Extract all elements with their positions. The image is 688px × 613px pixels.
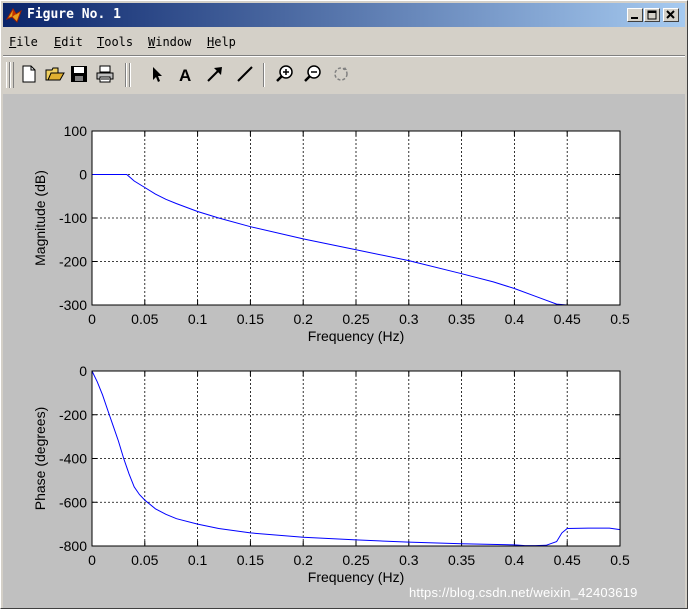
select-tool-button[interactable]: [145, 62, 169, 86]
text-tool-label: A: [179, 66, 191, 84]
x-tick-label: 0.4: [505, 311, 525, 327]
open-file-button[interactable]: [43, 62, 67, 86]
open-file-icon: [45, 67, 65, 81]
toolbar-separator: [129, 63, 131, 87]
insert-line-button[interactable]: [233, 62, 257, 86]
new-file-icon: [22, 65, 36, 83]
minimize-button[interactable]: [627, 8, 643, 22]
x-tick-label: 0.25: [342, 311, 369, 327]
title-bar[interactable]: Figure No. 1: [3, 3, 685, 27]
x-tick-label: 0.2: [293, 552, 313, 568]
toolbar: A: [3, 58, 685, 92]
matlab-logo-icon: [6, 8, 22, 23]
x-tick-label: 0.3: [399, 552, 419, 568]
new-figure-button[interactable]: [17, 62, 41, 86]
x-tick-label: 0.15: [237, 552, 264, 568]
insert-arrow-button[interactable]: [203, 62, 227, 86]
arrow-icon: [207, 67, 222, 82]
x-tick-label: 0.4: [505, 552, 525, 568]
rotate-icon: [334, 67, 348, 81]
x-tick-label: 0.25: [342, 552, 369, 568]
menu-help[interactable]: Help: [207, 35, 236, 49]
y-tick-label: -200: [59, 407, 87, 423]
x-tick-label: 0.1: [188, 311, 208, 327]
plots-svg: 0 0.05 0.1 0.15 0.2 0.25 0.3 0.35 0.4 0.45 0.5 -300…: [32, 123, 630, 585]
y-tick-label: -800: [59, 538, 87, 554]
axes-1: 0 0.05 0.1 0.15 0.2 0.25 0.3 0.35 0.4 0.45 0.5 -300…: [32, 123, 630, 344]
x-tick-label: 0.35: [448, 552, 475, 568]
x-tick-label: 0.5: [610, 311, 630, 327]
y-tick-label: 0: [79, 363, 87, 379]
figure-canvas[interactable]: 0 0.05 0.1 0.15 0.2 0.25 0.3 0.35 0.4 0.45 0.5 -300…: [3, 94, 685, 608]
save-button[interactable]: [67, 62, 91, 86]
axes-2: 0 0.05 0.1 0.15 0.2 0.25 0.3 0.35 0.4 0.45 0.5 -800…: [32, 363, 630, 585]
insert-text-button[interactable]: A: [173, 62, 197, 86]
save-icon: [71, 66, 87, 82]
x-tick-label: 0: [88, 311, 96, 327]
select-arrow-icon: [153, 67, 162, 82]
maximize-button[interactable]: [644, 8, 660, 22]
y-axis-label: Magnitude (dB): [32, 170, 48, 266]
x-tick-label: 0.1: [188, 552, 208, 568]
matlab-figure-window: Figure No. 1 File Edit Tools Window Help: [0, 0, 688, 609]
maximize-icon: [647, 10, 657, 20]
zoom-in-button[interactable]: [273, 62, 297, 86]
menu-bar: File Edit Tools Window Help: [3, 31, 685, 53]
toolbar-separator: [125, 63, 127, 87]
y-tick-label: -300: [59, 297, 87, 313]
y-tick-label: -100: [59, 210, 87, 226]
zoom-out-icon: [304, 65, 321, 82]
zoom-in-icon: [276, 65, 293, 82]
x-axis-label: Frequency (Hz): [308, 328, 404, 344]
x-axis-label: Frequency (Hz): [308, 569, 404, 585]
menu-file[interactable]: File: [9, 35, 38, 49]
y-tick-label: -600: [59, 494, 87, 510]
x-tick-label: 0.35: [448, 311, 475, 327]
x-tick-label: 0.3: [399, 311, 419, 327]
x-tick-label: 0.05: [131, 311, 158, 327]
print-icon: [96, 65, 114, 83]
print-button[interactable]: [93, 62, 117, 86]
x-tick-label: 0: [88, 552, 96, 568]
toolbar-separator: [263, 63, 265, 87]
line-icon: [237, 66, 253, 82]
rotate-3d-button[interactable]: [329, 62, 353, 86]
x-tick-label: 0.5: [610, 552, 630, 568]
menu-tools[interactable]: Tools: [97, 35, 133, 49]
menu-window[interactable]: Window: [148, 35, 191, 49]
window-title: Figure No. 1: [27, 7, 121, 22]
x-tick-label: 0.15: [237, 311, 264, 327]
text-icon: A: [179, 66, 191, 84]
y-axis-label: Phase (degrees): [32, 407, 48, 511]
x-tick-label: 0.45: [554, 311, 581, 327]
watermark-text: https://blog.csdn.net/weixin_42403619: [409, 585, 638, 600]
y-tick-label: -200: [59, 254, 87, 270]
x-tick-label: 0.45: [554, 552, 581, 568]
y-tick-label: -400: [59, 451, 87, 467]
x-tick-label: 0.2: [293, 311, 313, 327]
y-tick-label: 100: [64, 123, 88, 139]
close-icon: [666, 10, 675, 19]
x-tick-label: 0.05: [131, 552, 158, 568]
minimize-icon: [631, 17, 638, 19]
menu-separator: [3, 55, 685, 57]
menu-edit[interactable]: Edit: [54, 35, 83, 49]
close-button[interactable]: [663, 8, 679, 22]
zoom-out-button[interactable]: [301, 62, 325, 86]
y-tick-label: 0: [79, 167, 87, 183]
toolbar-grip[interactable]: [10, 62, 14, 88]
